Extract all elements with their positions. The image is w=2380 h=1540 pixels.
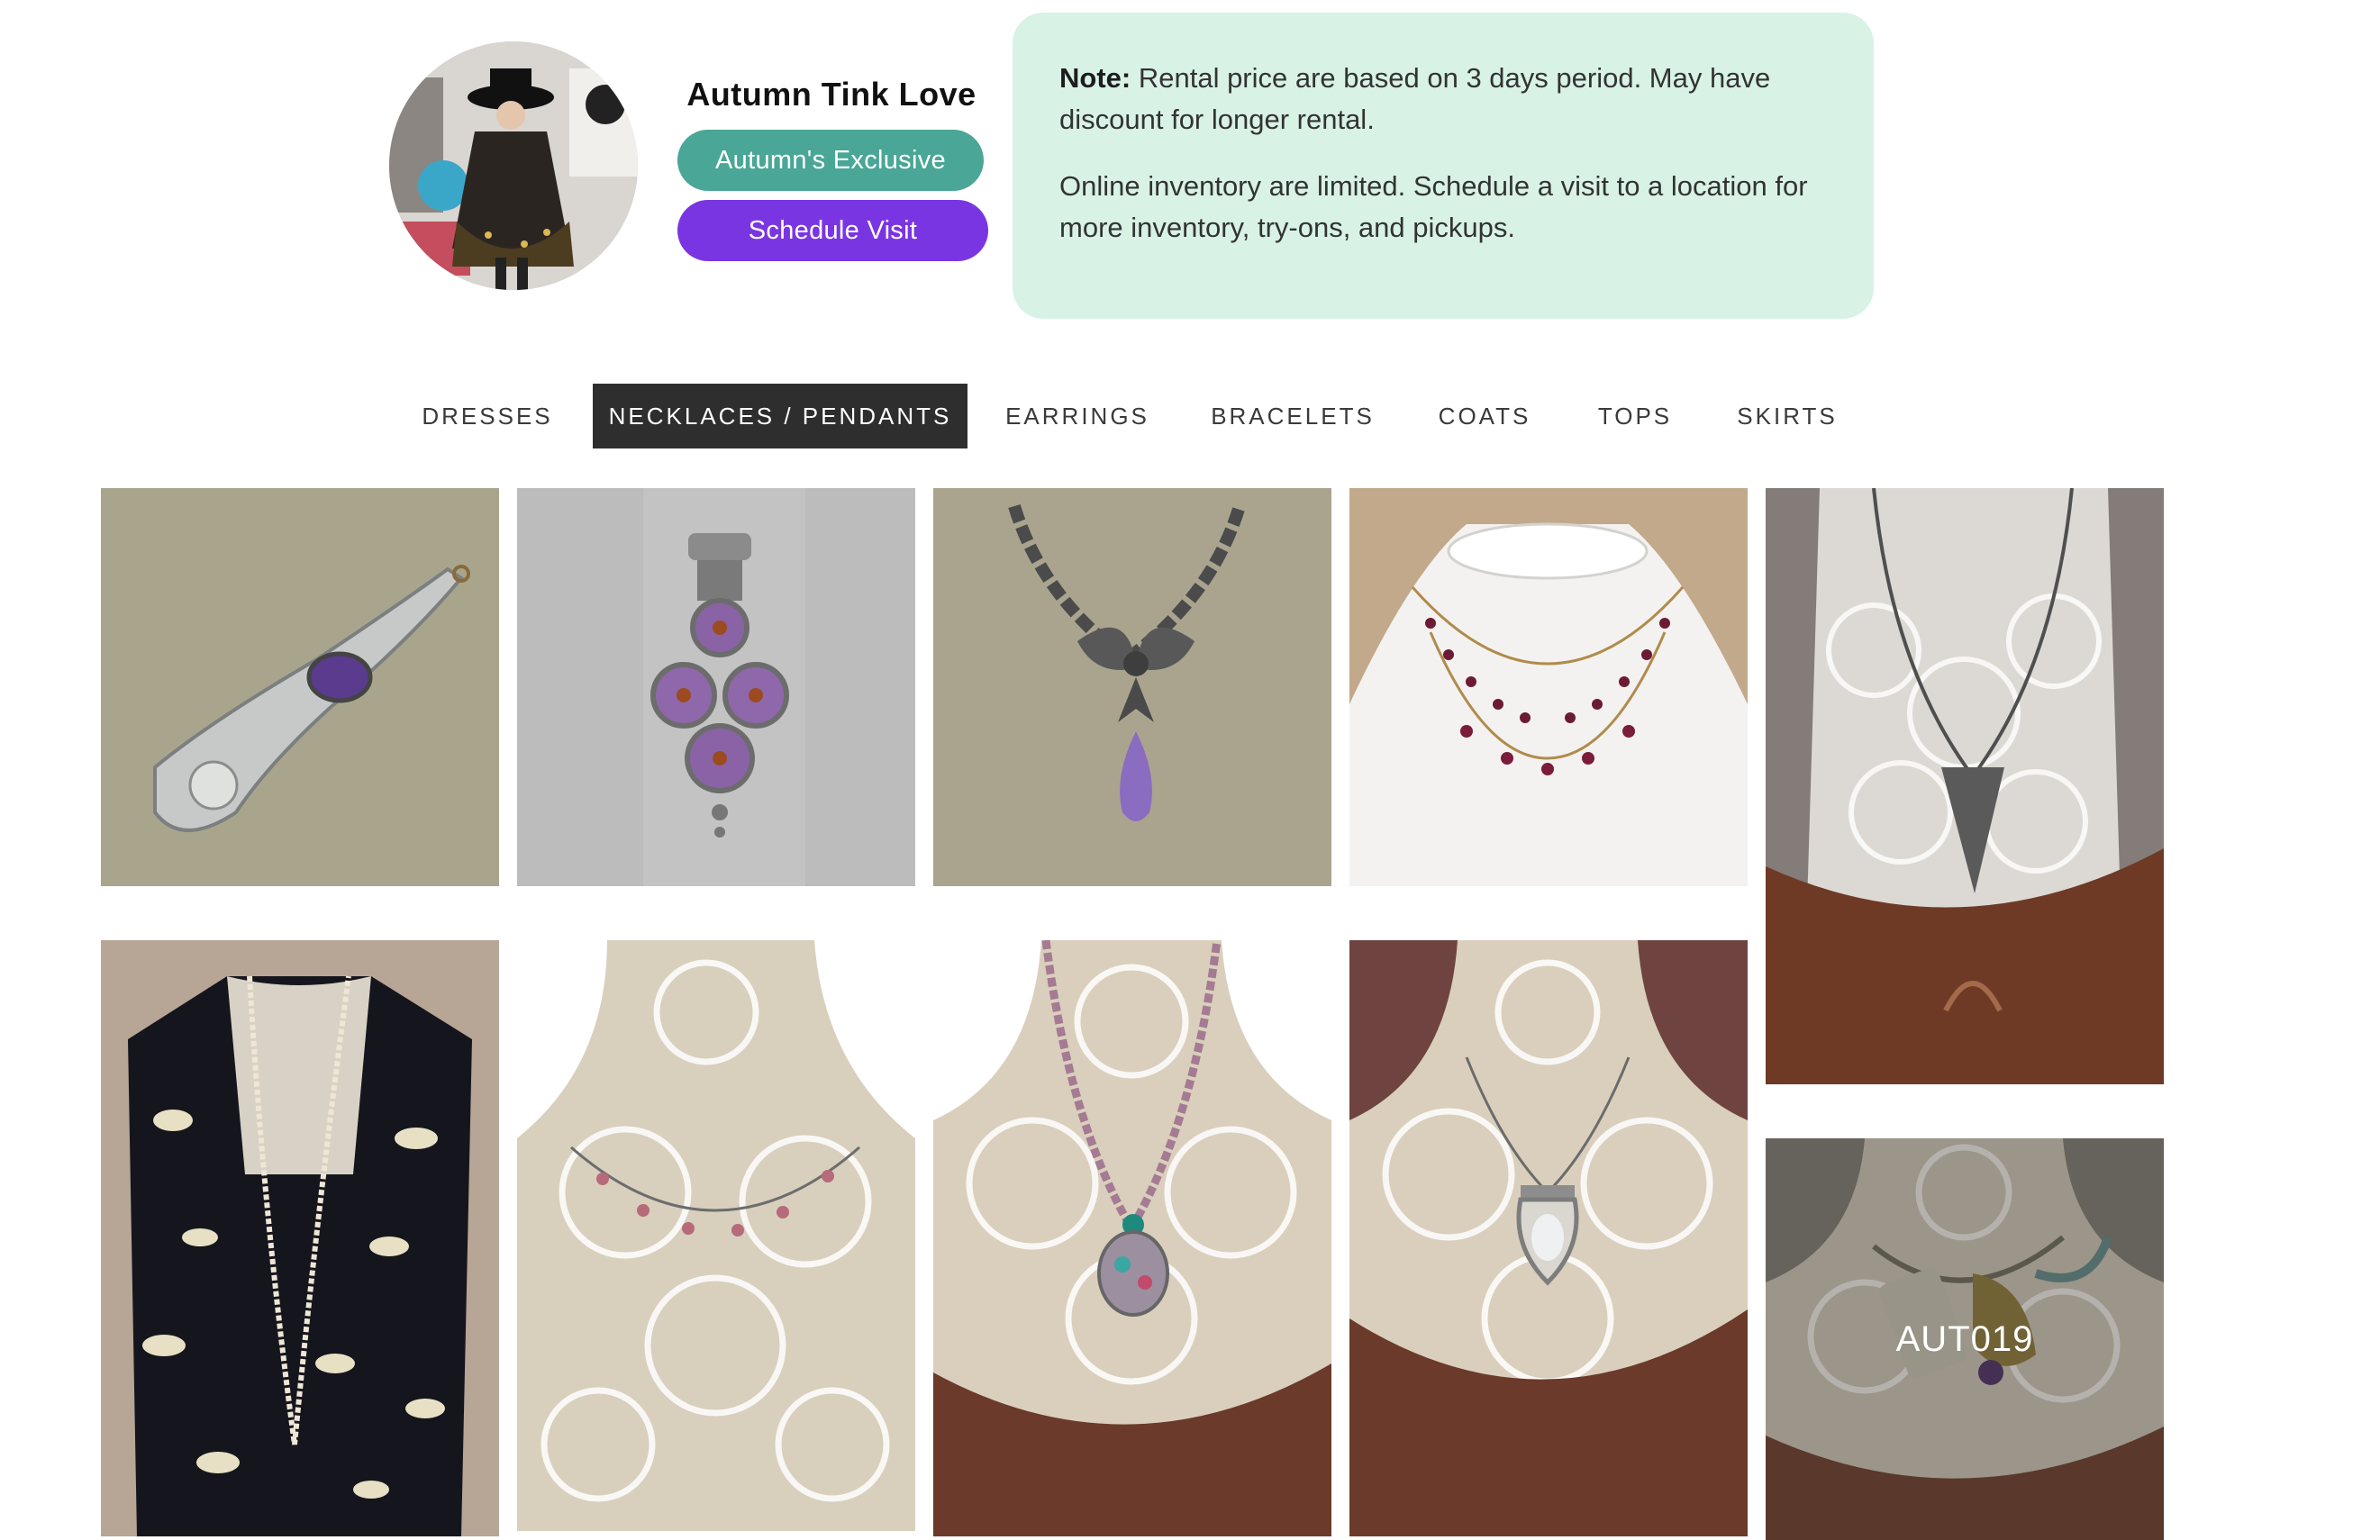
product-tile[interactable] [517, 940, 915, 1531]
product-tile[interactable] [1349, 488, 1748, 886]
product-tile-hovered[interactable]: AUT019 [1766, 1138, 2164, 1540]
tab-skirts[interactable]: SKIRTS [1731, 384, 1843, 448]
product-tile[interactable] [101, 940, 499, 1536]
autumns-exclusive-button[interactable]: Autumn's Exclusive [677, 130, 984, 191]
product-tile[interactable] [1766, 488, 2164, 1084]
product-tile[interactable] [1349, 940, 1748, 1536]
tab-coats[interactable]: COATS [1431, 384, 1539, 448]
product-tile[interactable] [933, 488, 1331, 886]
profile-name: Autumn Tink Love [686, 76, 977, 113]
tab-earrings[interactable]: EARRINGS [1000, 384, 1155, 448]
schedule-visit-button[interactable]: Schedule Visit [677, 200, 988, 261]
note-heading: Note: [1059, 62, 1131, 94]
tab-dresses[interactable]: DRESSES [411, 384, 564, 448]
note-line-2: Online inventory are limited. Schedule a… [1059, 170, 1808, 243]
tab-necklaces-pendants[interactable]: NECKLACES / PENDANTS [593, 384, 967, 448]
product-tile[interactable] [101, 488, 499, 886]
product-tile[interactable] [933, 940, 1331, 1536]
product-tile[interactable] [517, 488, 915, 886]
tab-bracelets[interactable]: BRACELETS [1207, 384, 1378, 448]
category-tabs: DRESSES NECKLACES / PENDANTS EARRINGS BR… [0, 384, 2380, 448]
rental-note-box: Note: Rental price are based on 3 days p… [1013, 13, 1874, 319]
product-sku-label: AUT019 [1766, 1138, 2164, 1540]
note-paragraph-1: Note: Rental price are based on 3 days p… [1059, 58, 1829, 140]
profile-avatar [389, 41, 638, 290]
note-line-1: Rental price are based on 3 days period.… [1059, 62, 1771, 135]
tab-tops[interactable]: TOPS [1587, 384, 1683, 448]
